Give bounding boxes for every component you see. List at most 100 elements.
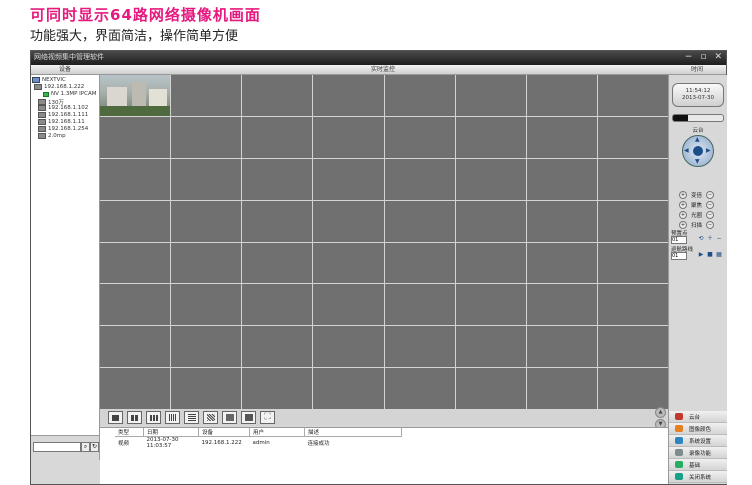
layout-4-icon[interactable] bbox=[127, 411, 142, 424]
ptz-center-icon[interactable] bbox=[693, 146, 703, 156]
arrow-left-icon[interactable]: ◀ bbox=[684, 148, 689, 154]
tab-recording[interactable]: 录像功能 bbox=[669, 447, 727, 459]
device-search-input[interactable] bbox=[33, 442, 81, 452]
video-cell[interactable] bbox=[100, 200, 171, 242]
layout-1-icon[interactable] bbox=[108, 411, 123, 424]
video-cell[interactable] bbox=[171, 242, 242, 284]
video-cell[interactable] bbox=[597, 326, 668, 368]
search-icon[interactable]: ⌕ bbox=[81, 442, 90, 452]
layout-16-icon[interactable] bbox=[165, 411, 180, 424]
video-cell[interactable] bbox=[171, 200, 242, 242]
video-cell[interactable] bbox=[313, 116, 384, 158]
video-cell[interactable] bbox=[313, 158, 384, 200]
maximize-icon[interactable]: ▫ bbox=[700, 52, 706, 63]
video-cell[interactable] bbox=[384, 368, 455, 409]
refresh-icon[interactable]: ↻ bbox=[90, 442, 99, 452]
video-cell[interactable] bbox=[455, 116, 526, 158]
video-cell[interactable] bbox=[313, 368, 384, 409]
video-cell[interactable] bbox=[100, 284, 171, 326]
video-cell[interactable] bbox=[526, 158, 597, 200]
arrow-right-icon[interactable]: ▶ bbox=[706, 148, 711, 154]
video-cell-active[interactable] bbox=[100, 75, 171, 116]
preset-add-icon[interactable]: ＋ bbox=[707, 236, 713, 242]
scroll-up-icon[interactable]: ▲ bbox=[655, 407, 666, 418]
video-cell[interactable] bbox=[384, 200, 455, 242]
video-cell[interactable] bbox=[100, 326, 171, 368]
tab-system-settings[interactable]: 系统设置 bbox=[669, 435, 727, 447]
arrow-up-icon[interactable]: ▲ bbox=[695, 137, 700, 143]
iris-close-icon[interactable]: − bbox=[706, 211, 715, 219]
video-cell[interactable] bbox=[171, 326, 242, 368]
tree-node[interactable]: NV 1.3MP IPCAM bbox=[43, 91, 96, 97]
preset-delete-icon[interactable]: − bbox=[716, 236, 722, 242]
preset-select[interactable]: 01 bbox=[671, 236, 687, 244]
video-cell[interactable] bbox=[384, 116, 455, 158]
video-cell[interactable] bbox=[313, 284, 384, 326]
video-cell[interactable] bbox=[242, 368, 313, 409]
layout-49-icon[interactable] bbox=[222, 411, 237, 424]
video-cell[interactable] bbox=[384, 242, 455, 284]
cruise-play-icon[interactable]: ▶ bbox=[698, 252, 704, 258]
scan-stop-icon[interactable]: − bbox=[706, 221, 715, 229]
video-cell[interactable] bbox=[313, 326, 384, 368]
preset-goto-icon[interactable]: ⟲ bbox=[698, 236, 704, 242]
layout-9-icon[interactable] bbox=[146, 411, 161, 424]
layout-25-icon[interactable] bbox=[184, 411, 199, 424]
video-cell[interactable] bbox=[597, 75, 668, 116]
video-cell[interactable] bbox=[526, 75, 597, 116]
focus-in-icon[interactable]: + bbox=[679, 201, 687, 209]
video-cell[interactable] bbox=[171, 116, 242, 158]
tree-node[interactable]: 192.168.1.102 bbox=[38, 105, 88, 111]
video-cell[interactable] bbox=[100, 242, 171, 284]
video-cell[interactable] bbox=[597, 242, 668, 284]
video-cell[interactable] bbox=[384, 158, 455, 200]
video-cell[interactable] bbox=[597, 200, 668, 242]
tree-node[interactable]: 192.168.1.222 bbox=[34, 84, 84, 90]
video-cell[interactable] bbox=[455, 368, 526, 409]
video-cell[interactable] bbox=[242, 326, 313, 368]
video-cell[interactable] bbox=[455, 158, 526, 200]
tree-node[interactable]: 192.168.1.111 bbox=[38, 112, 88, 118]
video-cell[interactable] bbox=[100, 368, 171, 409]
video-cell[interactable] bbox=[597, 158, 668, 200]
log-col-date[interactable]: 日期 bbox=[143, 428, 199, 437]
video-cell[interactable] bbox=[100, 116, 171, 158]
zoom-in-icon[interactable]: + bbox=[679, 191, 687, 199]
video-cell[interactable] bbox=[313, 242, 384, 284]
cruise-select[interactable]: 01 bbox=[671, 252, 687, 260]
video-cell[interactable] bbox=[526, 368, 597, 409]
video-cell[interactable] bbox=[597, 368, 668, 409]
fullscreen-icon[interactable]: ⛶ bbox=[260, 411, 275, 424]
scan-start-icon[interactable]: + bbox=[679, 221, 687, 229]
layout-36-icon[interactable] bbox=[203, 411, 218, 424]
cruise-grid-icon[interactable]: ▦ bbox=[716, 252, 722, 258]
video-cell[interactable] bbox=[242, 200, 313, 242]
ptz-direction-pad[interactable]: ▲ ▼ ◀ ▶ bbox=[682, 135, 714, 167]
close-icon[interactable]: ✕ bbox=[714, 52, 722, 63]
focus-out-icon[interactable]: − bbox=[706, 201, 715, 209]
table-row[interactable]: 视频 2013-07-30 11:03:57 192.168.1.222 adm… bbox=[115, 437, 402, 449]
tree-node[interactable]: 192.168.1.11 bbox=[38, 119, 85, 125]
video-cell[interactable] bbox=[597, 284, 668, 326]
tab-exit-system[interactable]: 关闭系统 bbox=[669, 471, 727, 483]
zoom-out-icon[interactable]: − bbox=[706, 191, 715, 199]
video-cell[interactable] bbox=[526, 116, 597, 158]
tab-image-color[interactable]: 图像颜色 bbox=[669, 423, 727, 435]
video-cell[interactable] bbox=[242, 75, 313, 116]
log-col-type[interactable]: 类型 bbox=[115, 428, 144, 437]
video-cell[interactable] bbox=[526, 242, 597, 284]
tree-node[interactable]: 2.0mp bbox=[38, 133, 66, 139]
log-col-device[interactable]: 设备 bbox=[198, 428, 250, 437]
video-cell[interactable] bbox=[384, 326, 455, 368]
volume-slider[interactable] bbox=[672, 114, 724, 122]
video-cell[interactable] bbox=[171, 284, 242, 326]
video-cell[interactable] bbox=[384, 75, 455, 116]
tree-node[interactable]: 192.168.1.254 bbox=[38, 126, 88, 132]
tree-node[interactable]: NEXTVIC bbox=[32, 77, 66, 83]
tab-basic[interactable]: 基础 bbox=[669, 459, 727, 471]
video-cell[interactable] bbox=[455, 242, 526, 284]
video-cell[interactable] bbox=[242, 116, 313, 158]
layout-64-icon[interactable] bbox=[241, 411, 256, 424]
log-col-user[interactable]: 用户 bbox=[249, 428, 305, 437]
video-cell[interactable] bbox=[242, 242, 313, 284]
